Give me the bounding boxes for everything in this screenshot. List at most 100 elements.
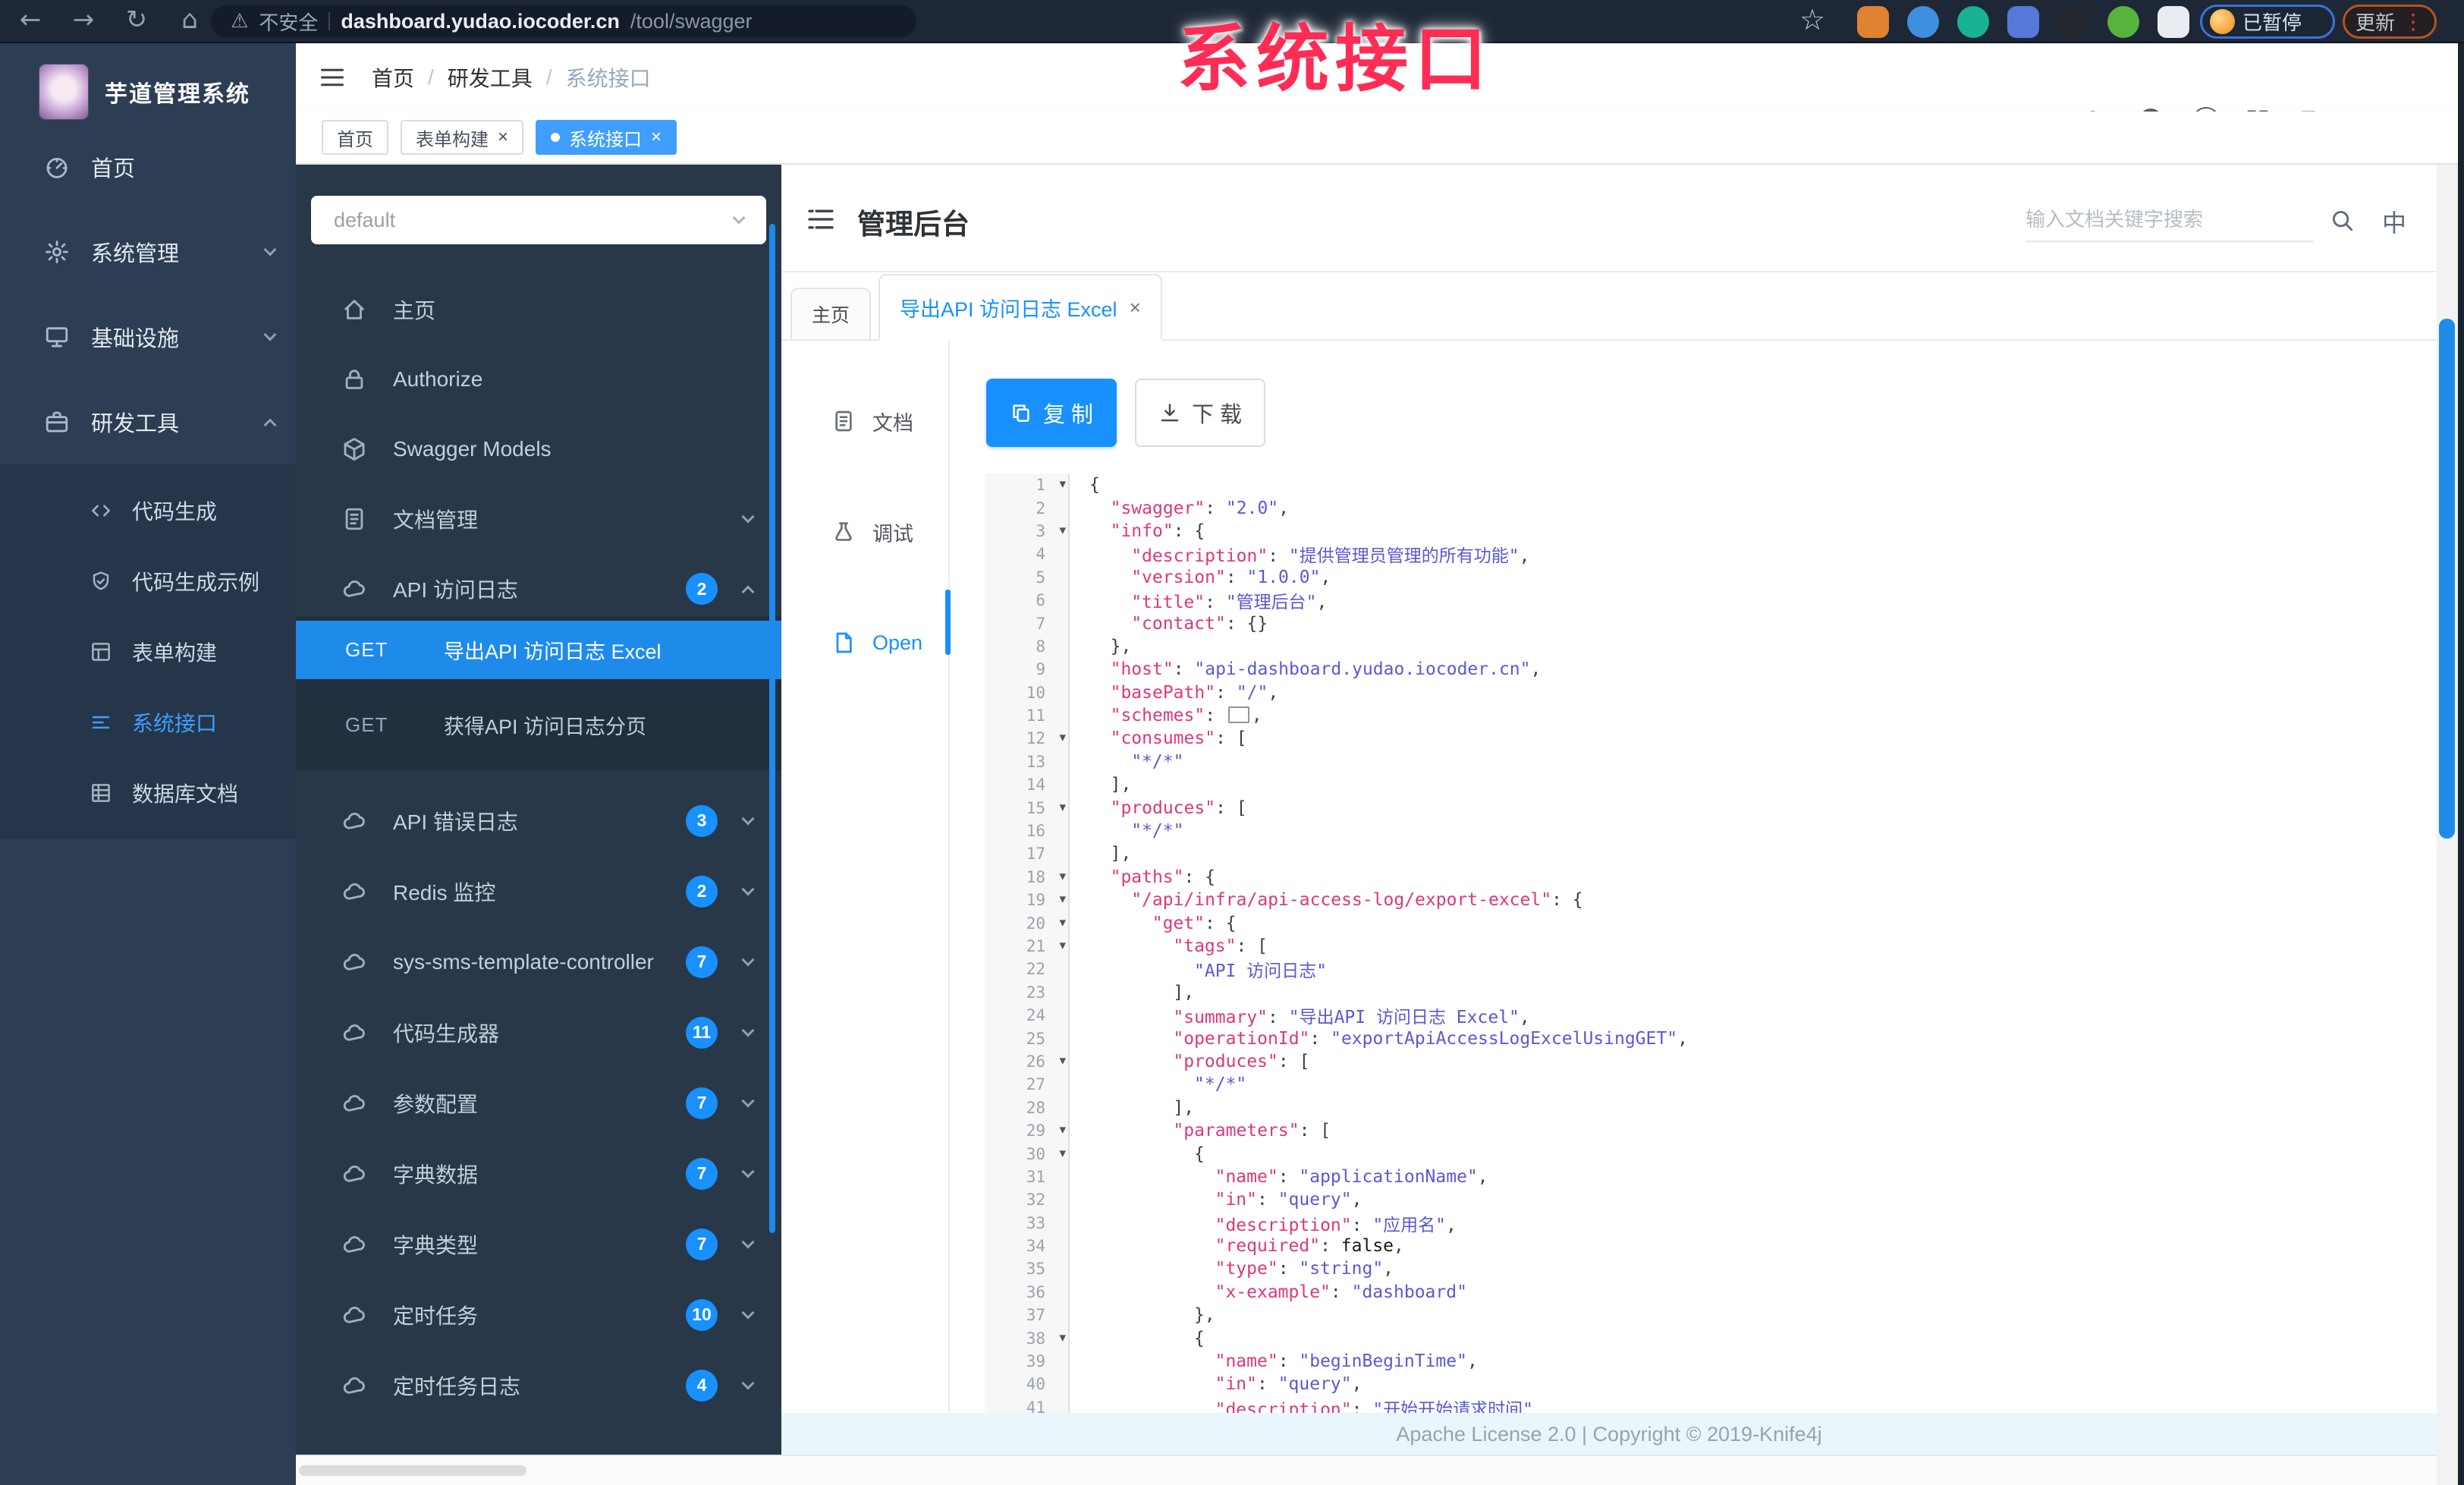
panel-group-岗位[interactable]: 岗位2 <box>296 1449 781 1455</box>
api-group-select[interactable]: default <box>311 196 766 244</box>
panel-group-代码生成器[interactable]: 代码生成器 11 <box>296 997 781 1068</box>
panel-item-API 访问日志[interactable]: API 访问日志 2 <box>296 554 781 624</box>
fold-arrow-icon[interactable]: ▾ <box>1059 1330 1066 1345</box>
code-text: }, <box>1110 636 1132 656</box>
profile-paused-pill[interactable]: 已暂停 <box>2200 5 2335 39</box>
fold-arrow-icon[interactable]: ▾ <box>1059 1146 1066 1161</box>
doc-tab-close-icon[interactable]: × <box>1130 296 1141 319</box>
horizontal-scrollbar-thumb[interactable] <box>299 1465 526 1476</box>
fold-arrow-icon[interactable]: ▾ <box>1059 1122 1066 1137</box>
count-badge: 2 <box>686 875 718 908</box>
fold-arrow-icon[interactable]: ▾ <box>1059 938 1066 953</box>
tag-close-icon[interactable]: × <box>498 128 508 146</box>
extension-icon[interactable] <box>2158 6 2189 38</box>
sidebar-item-1[interactable]: 首页 <box>0 124 296 209</box>
download-button[interactable]: 下 载 <box>1135 379 1265 447</box>
doc-tab-主页[interactable]: 主页 <box>790 288 872 339</box>
line-number: 3 ▾ <box>1036 521 1066 540</box>
doc-side-tabs: 文档调试 Open <box>781 341 950 673</box>
operation-row[interactable]: GET 获得API 访问日志分页 <box>296 696 781 754</box>
panel-item-Swagger Models[interactable]: Swagger Models <box>296 414 781 484</box>
fold-arrow-icon[interactable]: ▾ <box>1059 892 1066 907</box>
side-tab-Open[interactable]: Open <box>781 612 950 673</box>
panel-group-参数配置[interactable]: 参数配置 7 <box>296 1068 781 1138</box>
line-number: 32 <box>1026 1191 1045 1210</box>
browser-back-icon[interactable]: ← <box>14 5 47 35</box>
panel-group-定时任务日志[interactable]: 定时任务日志 4 <box>296 1350 781 1421</box>
sidebar-subitem-5[interactable]: 数据库文档 <box>0 757 296 828</box>
app-logo-row[interactable]: 芋道管理系统 <box>0 54 296 130</box>
fold-arrow-icon[interactable]: ▾ <box>1059 869 1066 884</box>
doc-tab-导出API 访问日志 Excel[interactable]: 导出API 访问日志 Excel × <box>878 274 1162 341</box>
sidebar-subitem-3[interactable]: 表单构建 <box>0 616 296 687</box>
address-bar[interactable]: ⚠ 不安全 dashboard.yudao.iocoder.cn/tool/sw… <box>211 5 916 37</box>
extension-icon[interactable] <box>1857 6 1889 38</box>
browser-update-button[interactable]: 更新 ⋮ <box>2343 5 2437 39</box>
code-line: 5 "version": "1.0.0", <box>985 566 2437 589</box>
breadcrumb-item[interactable]: 首页 <box>372 62 414 93</box>
cloud-icon <box>341 1161 367 1187</box>
fold-arrow-icon[interactable]: ▾ <box>1059 477 1066 492</box>
fold-arrow-icon[interactable]: ▾ <box>1059 800 1066 815</box>
panel-group-Redis 监控[interactable]: Redis 监控 2 <box>296 856 781 927</box>
extension-icon[interactable] <box>1907 6 1939 38</box>
code-line: 30 ▾ { <box>985 1142 2437 1165</box>
panel-scrollbar-thumb[interactable] <box>769 224 775 1233</box>
extension-icon[interactable] <box>2107 6 2139 38</box>
panel-item-Authorize[interactable]: Authorize <box>296 345 781 414</box>
code-text: "in": "query", <box>1215 1374 1362 1395</box>
code-editor[interactable]: 1 ▾ {2 "swagger": "2.0", 3 ▾ "info": {4 "descri… <box>985 474 2437 1413</box>
browser-menu-icon[interactable]: ⋮ <box>2403 9 2424 34</box>
extension-icon[interactable] <box>2007 6 2039 38</box>
api-operations-group: GET 导出API 访问日志 Excel GET 获得API 访问日志分页 <box>296 616 781 770</box>
extension-icon[interactable] <box>2057 6 2089 38</box>
browser-forward-icon[interactable]: → <box>67 5 100 35</box>
panel-group-定时任务[interactable]: 定时任务 10 <box>296 1279 781 1350</box>
fold-arrow-icon[interactable]: ▾ <box>1059 1053 1066 1068</box>
tag-系统接口[interactable]: 系统接口 × <box>536 120 677 155</box>
sidebar-subitem-2[interactable]: 代码生成示例 <box>0 546 296 616</box>
panel-item-文档管理[interactable]: 文档管理 <box>296 484 781 554</box>
sidebar-subitem-4[interactable]: 系统接口 <box>0 687 296 757</box>
fold-arrow-icon[interactable]: ▾ <box>1059 523 1066 538</box>
count-badge: 4 <box>686 1369 718 1402</box>
copy-button[interactable]: 复 制 <box>986 379 1117 447</box>
sidebar-item-2[interactable]: 系统管理 <box>0 209 296 294</box>
panel-group-字典类型[interactable]: 字典类型 7 <box>296 1209 781 1279</box>
home-icon <box>341 297 367 322</box>
panel-group-字典数据[interactable]: 字典数据 7 <box>296 1138 781 1209</box>
tag-close-icon[interactable]: × <box>651 128 662 146</box>
doc-main: 管理后台 输入文档关键字搜索 中 主页 导出API 访问日志 Excel × 文档调… <box>781 165 2437 1456</box>
panel-group-API 错误日志[interactable]: API 错误日志 3 <box>296 785 781 856</box>
doc-search-icon[interactable] <box>2329 207 2355 233</box>
sidebar-subitem-label: 代码生成 <box>132 499 218 524</box>
panel-group-sys-sms-template-controller[interactable]: sys-sms-template-controller 7 <box>296 927 781 997</box>
chevron-up-icon <box>741 585 755 599</box>
panel-item-主页[interactable]: 主页 <box>296 275 781 345</box>
browser-home-icon[interactable]: ⌂ <box>173 5 206 35</box>
doc-search-input[interactable]: 输入文档关键字搜索 <box>2026 195 2314 242</box>
line-number: 33 <box>1026 1213 1045 1232</box>
tag-首页[interactable]: 首页 <box>322 120 388 155</box>
side-tab-调试[interactable]: 调试 <box>781 502 950 562</box>
breadcrumb-item[interactable]: 研发工具 <box>448 62 533 93</box>
cloud-icon <box>341 1232 367 1257</box>
sidebar-toggle-icon[interactable] <box>319 64 346 91</box>
sidebar-item-3[interactable]: 基础设施 <box>0 294 296 379</box>
fold-arrow-icon[interactable]: ▾ <box>1059 915 1066 930</box>
language-icon[interactable]: 中 <box>2382 204 2406 239</box>
sidebar-item-label: 研发工具 <box>91 412 180 436</box>
browser-reload-icon[interactable]: ↻ <box>120 5 153 35</box>
sidebar-item-4[interactable]: 研发工具 <box>0 379 296 464</box>
page-scrollbar-thumb[interactable] <box>2439 319 2455 838</box>
fold-arrow-icon[interactable]: ▾ <box>1059 731 1066 746</box>
tag-表单构建[interactable]: 表单构建 × <box>401 120 524 155</box>
side-tab-文档[interactable]: 文档 <box>781 391 950 451</box>
update-label: 更新 <box>2355 11 2395 34</box>
sidebar-subitem-1[interactable]: 代码生成 <box>0 475 296 546</box>
extension-icon[interactable] <box>1957 6 1989 38</box>
api-doc-panel: default 主页 Authorize Swagger Models 文档管理 API… <box>296 165 781 1455</box>
doc-panel-toggle-icon[interactable] <box>806 204 836 234</box>
bookmark-star-icon[interactable]: ☆ <box>1799 3 1825 36</box>
operation-row[interactable]: GET 导出API 访问日志 Excel <box>296 621 781 679</box>
